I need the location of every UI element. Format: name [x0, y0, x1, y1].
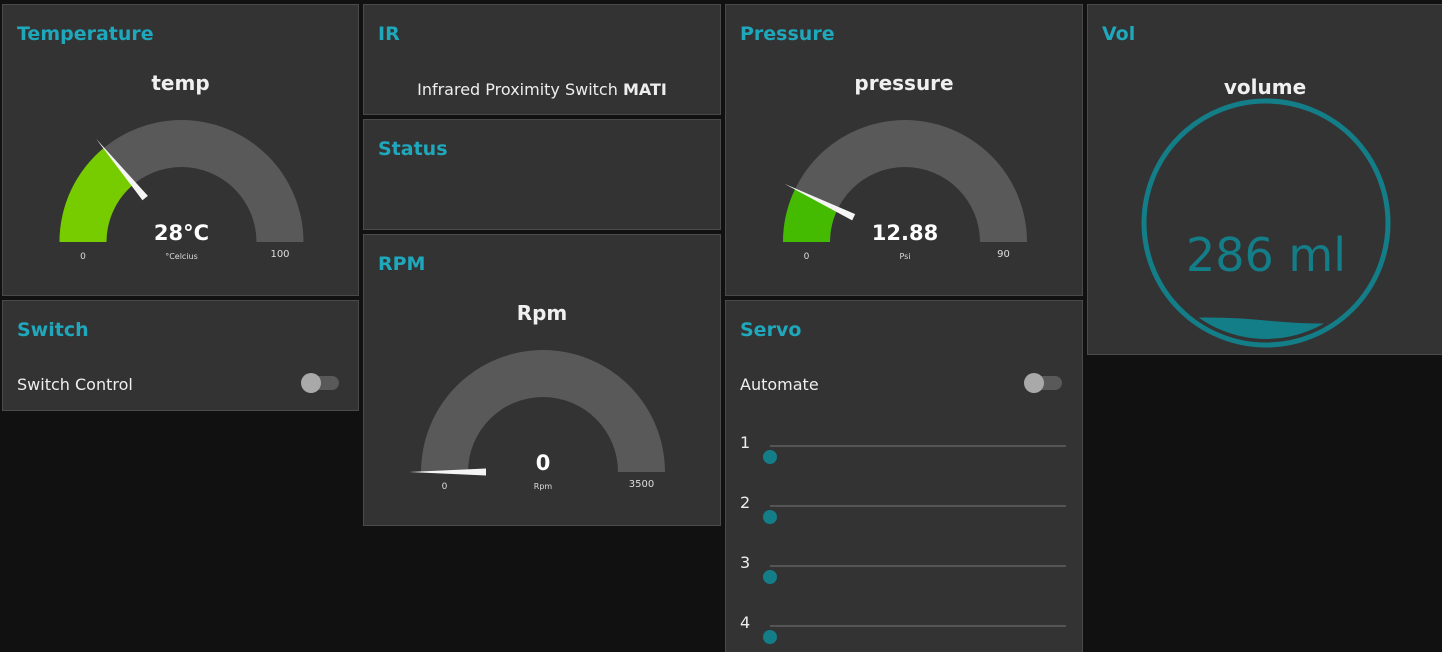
ir-text: Infrared Proximity Switch — [417, 80, 618, 99]
volume-ring — [1141, 98, 1391, 348]
rpm-units: Rpm — [534, 482, 553, 491]
rpm-gauge: 0 Rpm 0 3500 — [409, 350, 665, 492]
temperature-card: Temperature temp 28°C °Celcius 0 100 — [2, 4, 359, 296]
pressure-units: Psi — [899, 252, 910, 261]
slider-track — [763, 565, 1066, 584]
slider-track — [763, 625, 1066, 644]
volume-liquid — [1150, 317, 1382, 339]
toggle-knob — [301, 373, 321, 393]
vol-card: Vol volume 286 ml — [1087, 4, 1442, 355]
servo-slider-3[interactable]: 3 — [740, 553, 1066, 584]
slider-track — [763, 445, 1066, 464]
rpm-card: RPM Rpm 0 Rpm 0 3500 — [363, 234, 721, 526]
pressure-value: 12.88 — [872, 221, 938, 245]
pressure-card: Pressure pressure 12.88 Psi 0 90 — [725, 4, 1083, 296]
slider-track — [763, 505, 1066, 524]
switch-control-label: Switch Control — [17, 375, 133, 394]
temperature-gauge: 28°C °Celcius 0 100 — [59, 120, 304, 262]
slider-thumb[interactable] — [763, 450, 777, 464]
switch-title: Switch — [17, 319, 89, 341]
volume-value: 286 ml — [1186, 228, 1346, 282]
servo-card: Servo Automate 1 2 3 4 — [725, 300, 1083, 652]
rpm-min-label: 0 — [442, 482, 448, 492]
slider-thumb[interactable] — [763, 570, 777, 584]
ir-status-text: Infrared Proximity Switch MATI — [364, 80, 720, 99]
temperature-units: °Celcius — [165, 252, 198, 261]
servo-slider-4[interactable]: 4 — [740, 613, 1066, 644]
automate-label: Automate — [740, 375, 819, 394]
rpm-value: 0 — [536, 451, 551, 475]
temperature-min-label: 0 — [80, 252, 86, 262]
pressure-max-label: 90 — [997, 249, 1010, 260]
servo-slider-1-label: 1 — [740, 433, 751, 452]
pressure-gauge: 12.88 Psi 0 90 — [783, 120, 1027, 262]
switch-card: Switch Switch Control — [2, 300, 359, 411]
servo-slider-2[interactable]: 2 — [740, 493, 1066, 524]
volume-level-gauge: 286 ml — [1141, 98, 1391, 348]
status-title: Status — [378, 138, 448, 160]
servo-title: Servo — [740, 319, 802, 341]
slider-thumb[interactable] — [763, 630, 777, 644]
ir-card: IR Infrared Proximity Switch MATI — [363, 4, 721, 115]
slider-thumb[interactable] — [763, 510, 777, 524]
status-card: Status — [363, 119, 721, 230]
pressure-min-label: 0 — [804, 252, 810, 262]
rpm-max-label: 3500 — [629, 479, 654, 490]
switch-control-toggle[interactable] — [301, 373, 339, 393]
ir-title: IR — [378, 23, 400, 45]
servo-slider-3-label: 3 — [740, 553, 751, 572]
servo-slider-2-label: 2 — [740, 493, 751, 512]
temperature-max-label: 100 — [270, 249, 289, 260]
automate-toggle[interactable] — [1024, 373, 1062, 393]
toggle-knob — [1024, 373, 1044, 393]
ir-state: MATI — [622, 80, 667, 99]
servo-slider-4-label: 4 — [740, 613, 751, 632]
temperature-value: 28°C — [154, 221, 209, 245]
servo-slider-1[interactable]: 1 — [740, 433, 1066, 464]
